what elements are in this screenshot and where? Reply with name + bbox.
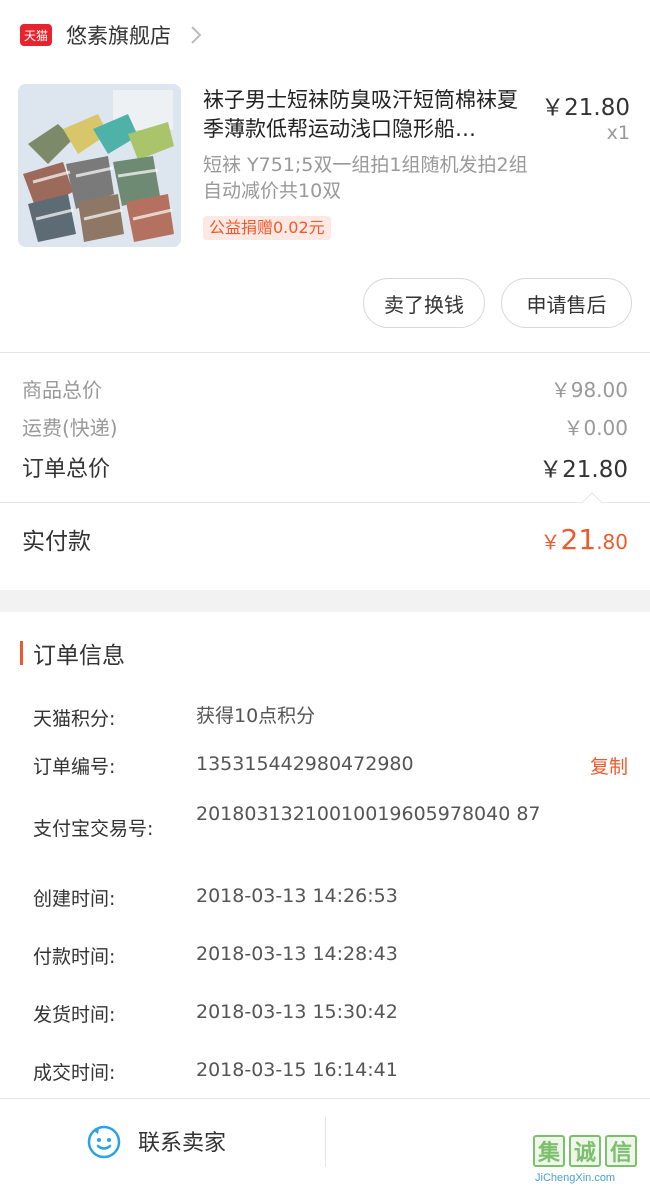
paid-currency: ￥ xyxy=(540,529,561,554)
sell-for-cash-button[interactable]: 卖了换钱 xyxy=(363,278,485,328)
info-label: 成交时间: xyxy=(33,1062,116,1084)
charity-badge: 公益捐赠0.02元 xyxy=(203,216,331,240)
section-gap xyxy=(0,590,650,612)
info-row-completed: 成交时间: 2018-03-15 16:14:41 xyxy=(33,1058,628,1085)
product-item[interactable]: 袜子男士短袜防臭吸汗短筒棉袜夏季薄款低帮运动浅口隐形船… 短袜 Y751;5双一… xyxy=(0,82,650,262)
divider xyxy=(0,502,650,503)
info-value: 2018-03-15 16:14:41 xyxy=(196,1059,398,1081)
info-row-paid: 付款时间: 2018-03-13 14:28:43 xyxy=(33,942,628,969)
caret-up-icon xyxy=(582,492,602,503)
paid-decimal: .80 xyxy=(596,529,628,554)
product-price: ￥21.80 xyxy=(541,95,630,121)
goods-total-label: 商品总价 xyxy=(22,378,102,402)
watermark-logo: 集 诚 信 JiChengXin.com xyxy=(533,1135,650,1185)
product-quantity: x1 xyxy=(606,122,630,144)
tmall-logo-badge: 天猫 xyxy=(20,24,52,46)
order-info-heading: 订单信息 xyxy=(20,636,125,670)
order-info-title: 订单信息 xyxy=(33,643,125,669)
info-label: 支付宝交易号: xyxy=(33,818,154,840)
contact-seller-button[interactable]: 联系卖家 xyxy=(86,1123,226,1159)
info-value: 2018-03-13 14:28:43 xyxy=(196,943,398,965)
order-total-value: ￥21.80 xyxy=(539,457,628,483)
info-label: 发货时间: xyxy=(33,1004,116,1026)
store-name[interactable]: 悠素旗舰店 xyxy=(66,20,171,50)
info-label: 创建时间: xyxy=(33,888,116,910)
goods-total-value: ￥98.00 xyxy=(550,378,628,402)
order-number-value: 135315442980472980 xyxy=(196,753,414,775)
paid-integer: 21 xyxy=(560,522,597,556)
goods-total-row: 商品总价 ￥98.00 xyxy=(22,374,628,403)
watermark-glyph: 集 xyxy=(533,1135,565,1167)
watermark-glyph: 信 xyxy=(605,1135,637,1167)
product-thumbnail[interactable] xyxy=(18,84,181,247)
chat-smiley-icon xyxy=(87,1125,121,1159)
info-row-order-number: 订单编号: 135315442980472980 xyxy=(33,752,628,779)
info-value: 获得10点积分 xyxy=(196,705,316,727)
watermark-url: JiChengXin.com xyxy=(535,1172,616,1184)
info-label: 订单编号: xyxy=(33,756,116,778)
info-label: 付款时间: xyxy=(33,946,116,968)
chevron-right-icon xyxy=(191,26,202,44)
shipping-value: ￥0.00 xyxy=(563,416,628,440)
paid-amount: ￥21.80 xyxy=(541,523,628,556)
watermark-glyph: 诚 xyxy=(569,1135,601,1167)
item-action-buttons: 卖了换钱 申请售后 xyxy=(363,278,632,328)
info-row-shipped: 发货时间: 2018-03-13 15:30:42 xyxy=(33,1000,628,1027)
paid-label: 实付款 xyxy=(22,529,91,555)
accent-bar xyxy=(20,641,23,665)
copy-order-number-button[interactable]: 复制 xyxy=(590,752,628,779)
socks-image-icon xyxy=(18,84,181,247)
info-value: 2018-03-13 14:26:53 xyxy=(196,885,398,907)
order-total-label: 订单总价 xyxy=(22,457,111,482)
after-sale-button[interactable]: 申请售后 xyxy=(501,278,632,328)
info-row-points: 天猫积分: 获得10点积分 xyxy=(33,704,628,731)
divider xyxy=(0,352,650,353)
bottom-action-bar: 联系卖家 集 诚 信 JiChengXin.com xyxy=(0,1098,650,1185)
contact-seller-label: 联系卖家 xyxy=(138,1131,227,1156)
product-title[interactable]: 袜子男士短袜防臭吸汗短筒棉袜夏季薄款低帮运动浅口隐形船… xyxy=(203,86,538,144)
alipay-value-wrap: 20180313210010019605978040 87 xyxy=(196,802,628,826)
info-value: 2018-03-13 15:30:42 xyxy=(196,1001,398,1023)
product-sku: 短袜 Y751;5双一组拍1组随机发拍2组自动减价共10双 xyxy=(203,154,528,202)
shipping-row: 运费(快递) ￥0.00 xyxy=(22,412,628,441)
paid-amount-row: 实付款 ￥21.80 xyxy=(22,522,628,556)
store-header[interactable]: 天猫 悠素旗舰店 xyxy=(0,0,650,70)
bar-separator xyxy=(325,1117,326,1167)
order-total-row: 订单总价 ￥21.80 xyxy=(22,450,628,484)
info-row-created: 创建时间: 2018-03-13 14:26:53 xyxy=(33,884,628,911)
alipay-trade-number: 20180313210010019605978040 87 xyxy=(196,803,541,825)
shipping-label: 运费(快递) xyxy=(22,416,118,440)
info-label: 天猫积分: xyxy=(33,708,116,730)
